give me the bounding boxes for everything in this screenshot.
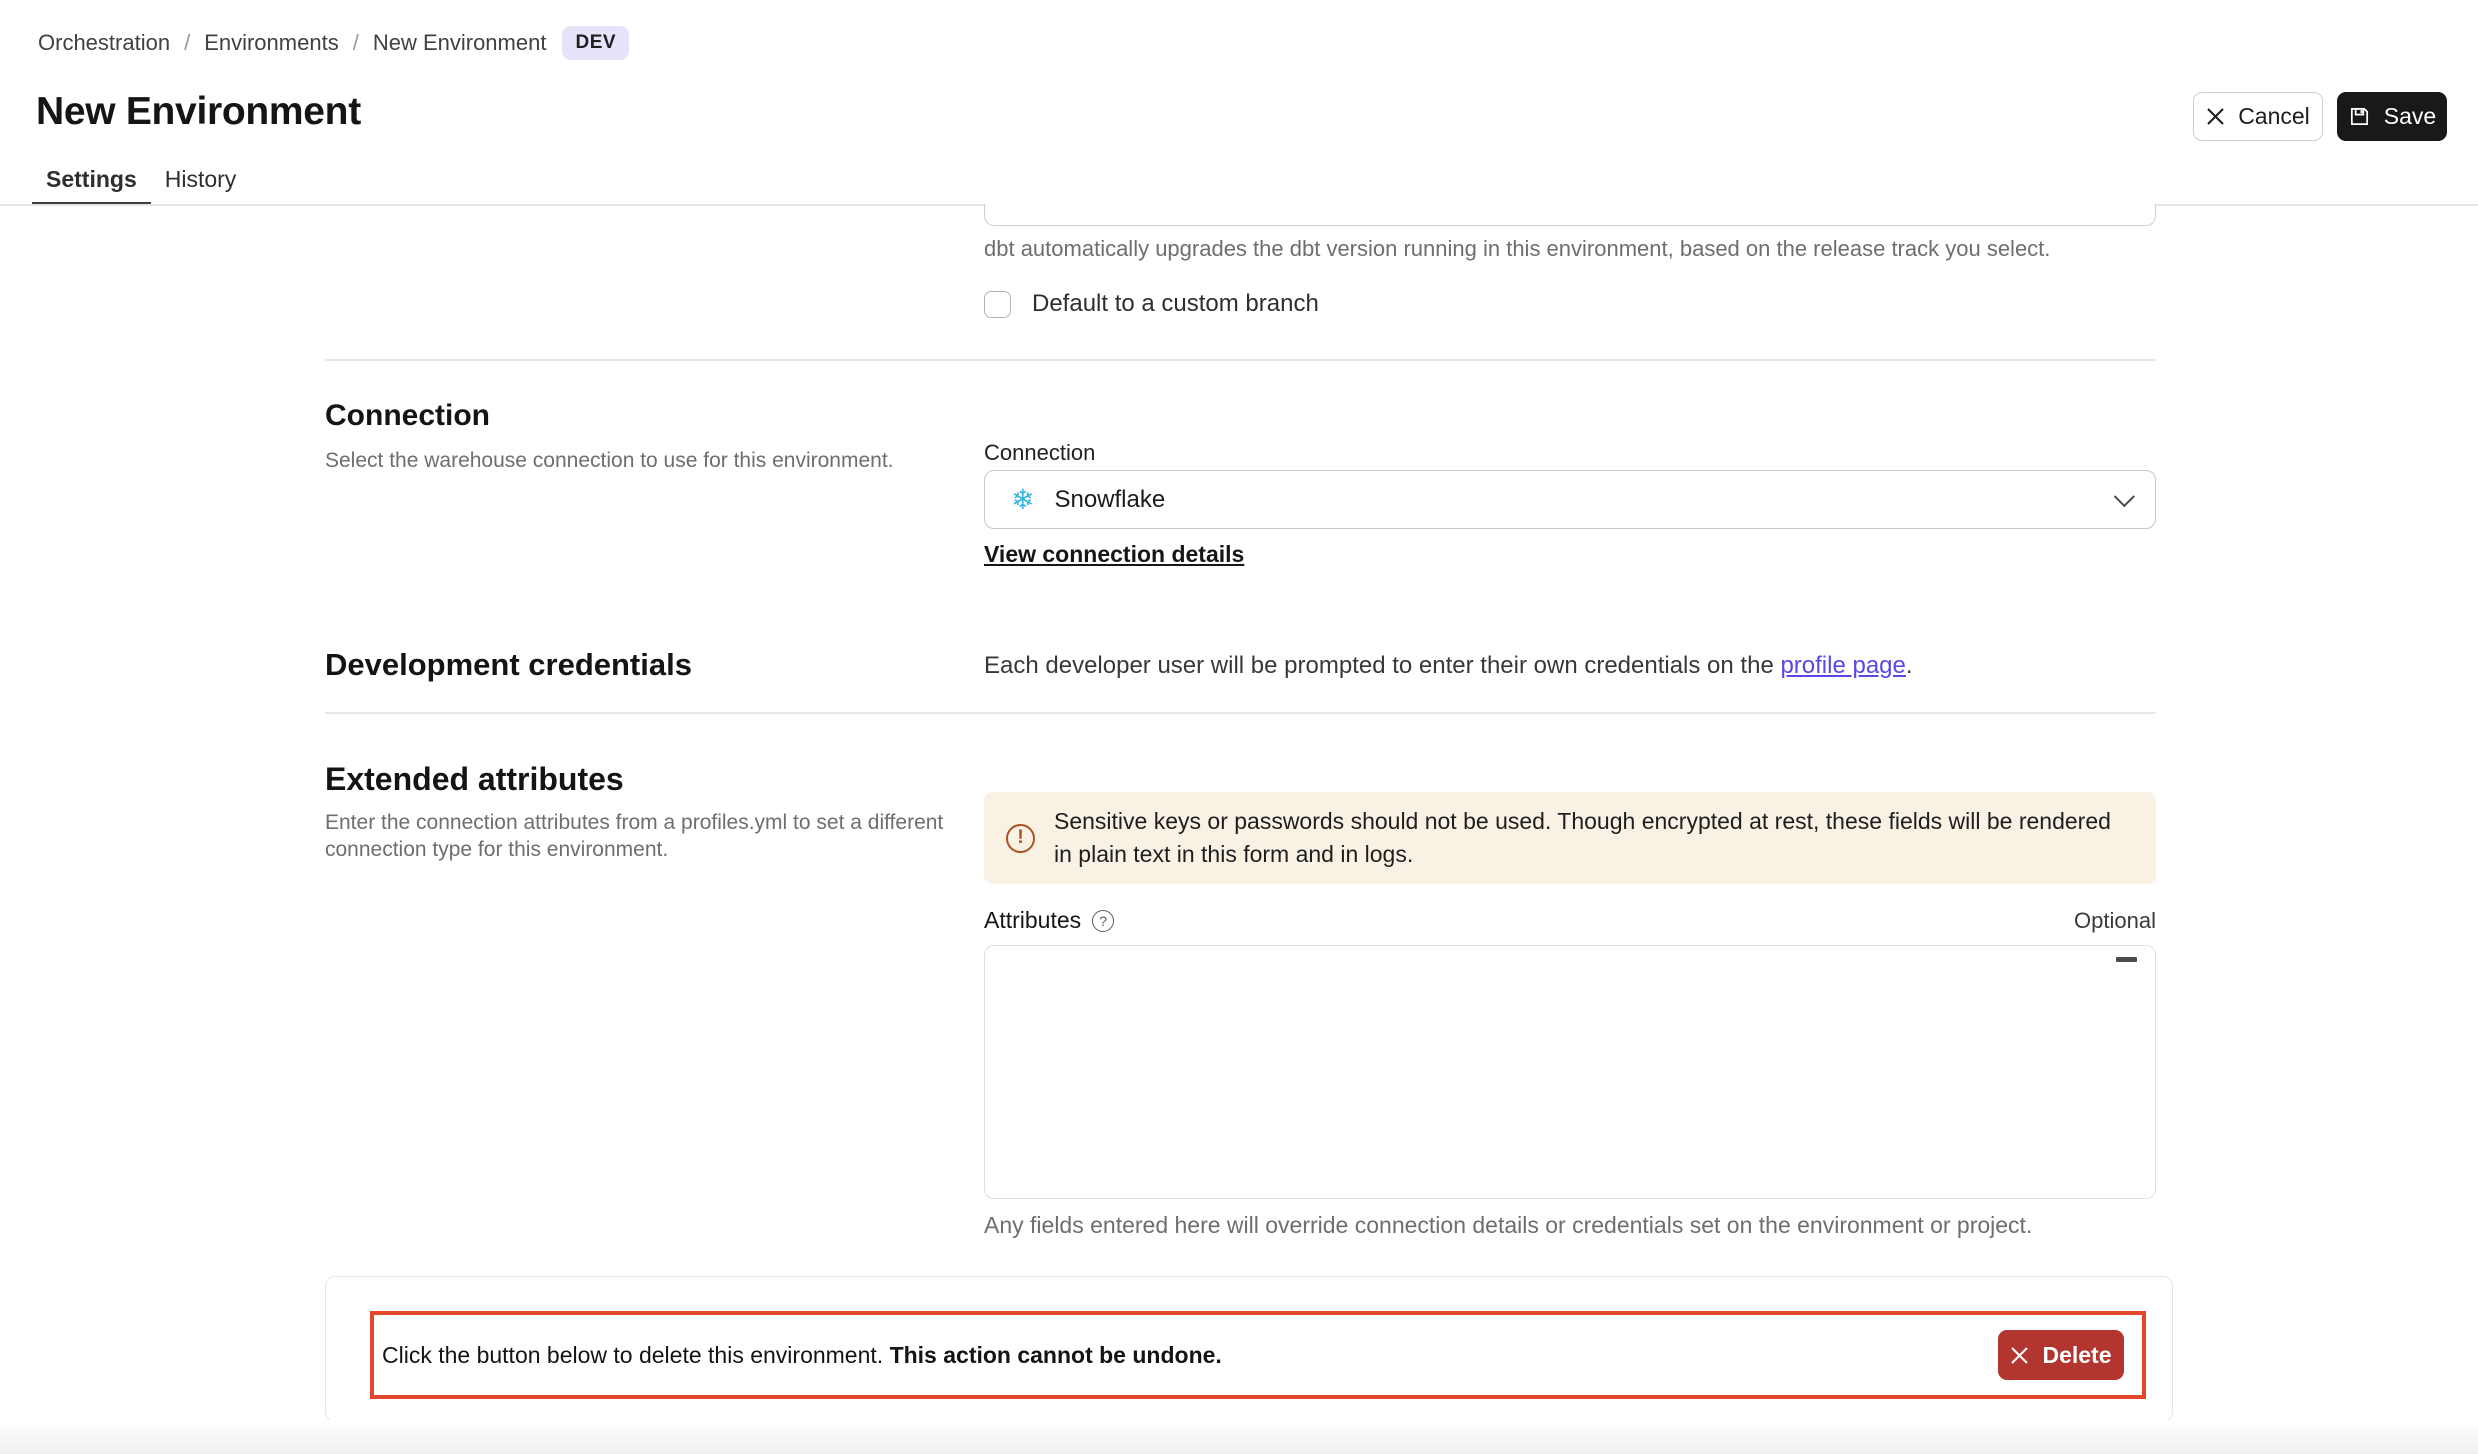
attributes-editor[interactable] [985, 946, 2155, 1198]
chevron-down-icon [2114, 486, 2135, 507]
release-track-input[interactable] [984, 204, 2156, 226]
tab-bar: Settings History [32, 161, 250, 206]
breadcrumb: Orchestration / Environments / New Envir… [38, 26, 629, 60]
breadcrumb-orchestration[interactable]: Orchestration [38, 30, 170, 56]
section-divider [325, 712, 2156, 714]
connection-description: Select the warehouse connection to use f… [325, 447, 894, 474]
dev-credentials-text: Each developer user will be prompted to … [984, 652, 1913, 680]
attributes-label-row: Attributes ? Optional [984, 907, 2156, 934]
delete-button-label: Delete [2042, 1342, 2111, 1369]
sensitive-keys-warning: ! Sensitive keys or passwords should not… [984, 792, 2156, 884]
connection-field-label: Connection [984, 440, 1095, 466]
dev-credentials-text-after: . [1906, 652, 1913, 679]
custom-branch-checkbox-label: Default to a custom branch [1032, 290, 1319, 318]
close-icon [2010, 1346, 2029, 1365]
breadcrumb-environments[interactable]: Environments [204, 30, 339, 56]
new-environment-page: Orchestration / Environments / New Envir… [0, 0, 2478, 1454]
warning-icon: ! [1006, 824, 1035, 853]
tab-history[interactable]: History [151, 161, 251, 206]
connection-selected-value: Snowflake [1054, 486, 1165, 514]
delete-message-regular: Click the button below to delete this en… [382, 1342, 890, 1368]
release-track-helper: dbt automatically upgrades the dbt versi… [984, 236, 2050, 262]
page-title: New Environment [36, 90, 361, 134]
cancel-button[interactable]: Cancel [2193, 92, 2323, 141]
cancel-button-label: Cancel [2238, 103, 2310, 130]
help-icon[interactable]: ? [1092, 910, 1114, 932]
breadcrumb-separator: / [184, 30, 190, 56]
custom-branch-checkbox-row: Default to a custom branch [984, 290, 1319, 318]
dev-credentials-heading: Development credentials [325, 647, 692, 683]
delete-button[interactable]: Delete [1998, 1330, 2124, 1380]
sensitive-keys-warning-text: Sensitive keys or passwords should not b… [1054, 805, 2132, 871]
section-divider [325, 359, 2156, 361]
snowflake-icon: ❄ [1011, 486, 1034, 514]
breadcrumb-separator: / [353, 30, 359, 56]
close-icon [2206, 107, 2225, 126]
tab-settings[interactable]: Settings [32, 161, 151, 206]
custom-branch-checkbox[interactable] [984, 291, 1011, 318]
connection-select[interactable]: ❄ Snowflake [984, 470, 2156, 529]
collapse-editor-icon[interactable] [2116, 957, 2137, 962]
dev-credentials-text-before: Each developer user will be prompted to … [984, 652, 1780, 679]
delete-row-annotation: Click the button below to delete this en… [370, 1311, 2146, 1399]
view-connection-details-link[interactable]: View connection details [984, 541, 1244, 568]
attributes-helper: Any fields entered here will override co… [984, 1212, 2032, 1239]
delete-message: Click the button below to delete this en… [382, 1342, 1222, 1369]
env-type-badge: DEV [562, 26, 629, 60]
page-bottom-fade [0, 1420, 2478, 1454]
profile-page-link[interactable]: profile page [1780, 652, 1905, 679]
extended-attributes-description: Enter the connection attributes from a p… [325, 809, 970, 863]
extended-attributes-heading: Extended attributes [325, 761, 624, 798]
optional-badge: Optional [2074, 908, 2156, 934]
delete-message-bold: This action cannot be undone. [890, 1342, 1222, 1368]
save-button-label: Save [2384, 103, 2436, 130]
connection-heading: Connection [325, 399, 490, 433]
save-icon [2348, 105, 2371, 128]
save-button[interactable]: Save [2337, 92, 2447, 141]
attributes-editor-container [984, 945, 2156, 1199]
delete-environment-card: Click the button below to delete this en… [325, 1276, 2173, 1422]
breadcrumb-current: New Environment [373, 30, 547, 56]
attributes-field-label: Attributes [984, 907, 1081, 934]
